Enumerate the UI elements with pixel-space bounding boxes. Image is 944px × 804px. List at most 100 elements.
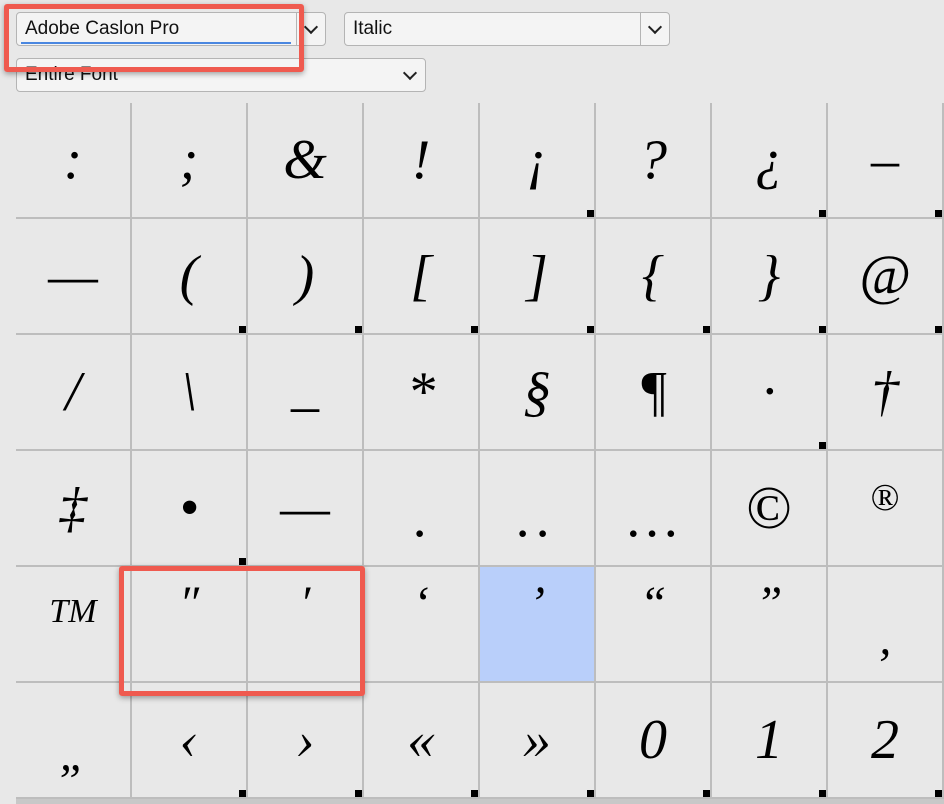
alternates-marker [703,790,710,797]
font-family-dropdown[interactable]: Adobe Caslon Pro [16,12,326,46]
glyph-character: : [63,129,83,191]
glyph-cell[interactable]: ® [828,451,944,567]
glyph-character: ‡ [59,477,87,539]
glyph-cell[interactable]: } [712,219,828,335]
glyph-cell[interactable]: ’ [480,567,596,683]
alternates-marker [587,210,594,217]
glyph-character: © [746,475,792,541]
glyph-cell[interactable]: † [828,335,944,451]
glyph-panel-toolbar: Adobe Caslon Pro Italic Entire Font [0,0,944,100]
glyph-cell[interactable]: ‡ [16,451,132,567]
glyph-cell[interactable]: — [16,219,132,335]
glyph-range-dropdown-button[interactable] [395,59,425,91]
glyph-cell[interactable]: • [132,451,248,567]
glyph-character: & [283,129,327,191]
glyph-cell[interactable]: … [596,451,712,567]
glyph-cell[interactable]: ′ [248,567,364,683]
glyph-character: .. [517,487,557,549]
glyph-cell[interactable]: ‚ [828,567,944,683]
glyph-character: – [871,129,899,191]
glyph-character: @ [859,245,911,307]
glyph-cell[interactable]: » [480,683,596,799]
alternates-marker [819,790,826,797]
glyph-cell[interactable]: ? [596,103,712,219]
glyph-cell[interactable]: ¡ [480,103,596,219]
font-style-dropdown[interactable]: Italic [344,12,670,46]
glyph-cell[interactable]: { [596,219,712,335]
glyph-character: 2 [871,709,899,771]
glyph-cell[interactable]: [ [364,219,480,335]
glyph-cell[interactable]: ] [480,219,596,335]
glyph-cell[interactable]: ‹ [132,683,248,799]
chevron-down-icon [303,19,319,34]
glyph-cell[interactable]: · [712,335,828,451]
glyph-cell[interactable]: ! [364,103,480,219]
glyph-cell[interactable]: ” [712,567,828,683]
glyph-cell[interactable]: & [248,103,364,219]
glyph-cell[interactable]: ) [248,219,364,335]
alternates-marker [355,326,362,333]
font-style-dropdown-button[interactable] [640,13,669,45]
glyph-cell[interactable]: . [364,451,480,567]
glyph-cell[interactable]: ‘ [364,567,480,683]
glyph-character: ) [295,245,315,307]
glyph-character: „ [59,728,87,781]
glyph-cell[interactable]: § [480,335,596,451]
alternates-marker [935,210,942,217]
glyph-cell[interactable]: * [364,335,480,451]
glyph-cell[interactable]: 0 [596,683,712,799]
glyph-cell[interactable]: “ [596,567,712,683]
glyph-cell[interactable]: ¶ [596,335,712,451]
glyph-cell[interactable]: \ [132,335,248,451]
glyph-character: ( [179,245,199,307]
glyph-character: _ [291,356,319,418]
glyph-character: … [628,487,678,549]
glyph-character: . [414,487,428,549]
glyph-character: • [179,477,199,539]
glyph-character: ! [411,129,431,191]
glyph-character: ® [870,477,900,519]
glyph-cell[interactable]: : [16,103,132,219]
glyph-cell[interactable]: ; [132,103,248,219]
glyph-cell[interactable]: « [364,683,480,799]
glyph-cell[interactable]: 1 [712,683,828,799]
glyph-cell[interactable]: „ [16,683,132,799]
glyph-character: 0 [639,709,667,771]
glyph-range-dropdown[interactable]: Entire Font [16,58,426,92]
glyph-cell[interactable]: › [248,683,364,799]
glyph-character: ¿ [755,129,783,191]
glyph-character: } [757,245,781,307]
glyph-character: ‹ [179,709,199,771]
chevron-down-icon [402,65,418,80]
glyph-cell[interactable]: @ [828,219,944,335]
glyph-range-value: Entire Font [25,64,118,85]
glyph-character: * [407,361,435,423]
glyph-character: » [523,709,551,771]
glyph-cell[interactable]: — [248,451,364,567]
glyph-character: † [871,361,899,423]
alternates-marker [587,326,594,333]
glyph-cell[interactable]: TM [16,567,132,683]
glyph-cell[interactable]: _ [248,335,364,451]
glyph-character: ; [179,129,199,191]
focus-underline [21,42,291,44]
chevron-down-icon [647,19,663,34]
glyph-character: · [762,361,776,423]
glyph-cell[interactable]: 2 [828,683,944,799]
glyph-character: ″ [179,577,199,630]
glyph-cell[interactable]: .. [480,451,596,567]
glyph-cell[interactable]: ( [132,219,248,335]
glyph-character: \ [181,361,197,423]
glyph-cell[interactable]: ¿ [712,103,828,219]
glyph-character: ? [639,129,667,191]
glyph-cell[interactable]: ″ [132,567,248,683]
alternates-marker [239,558,246,565]
alternates-marker [819,210,826,217]
glyph-cell[interactable]: – [828,103,944,219]
alternates-marker [703,326,710,333]
font-family-dropdown-button[interactable] [296,13,325,45]
glyph-cell[interactable]: / [16,335,132,451]
glyph-character: ‚ [877,612,893,665]
glyph-grid: :; &! ¡? ¿ – — () [] {} @ / \ _ * § ¶ · † ‡ • —... … © ® TM ″ ′ ‘ ’ “… [16,103,944,804]
glyph-cell[interactable]: © [712,451,828,567]
